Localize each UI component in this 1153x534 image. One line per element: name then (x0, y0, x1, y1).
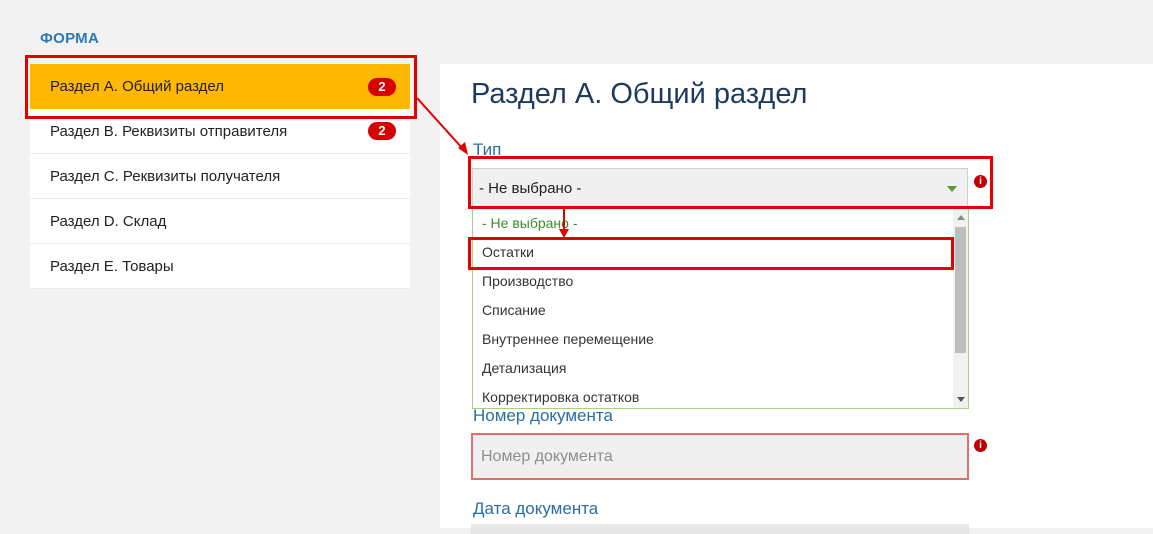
dropdown-option[interactable]: - Не выбрано - (473, 209, 968, 238)
type-select[interactable]: - Не выбрано - (472, 168, 968, 208)
section-title: Раздел A. Общий раздел (471, 78, 808, 110)
dropdown-option[interactable]: Внутреннее перемещение (473, 325, 968, 354)
sidebar-item-label: Раздел B. Реквизиты отправителя (50, 122, 288, 140)
dropdown-option-ostatki[interactable]: Остатки (473, 238, 968, 267)
info-icon: i (974, 439, 987, 452)
dropdown-scrollbar[interactable] (953, 209, 968, 408)
scrollbar-thumb[interactable] (955, 227, 966, 353)
doc-number-input[interactable] (471, 433, 969, 480)
doc-date-label: Дата документа (473, 499, 599, 518)
sidebar-item-section-b[interactable]: Раздел B. Реквизиты отправителя 2 (30, 109, 410, 154)
scroll-down-icon[interactable] (957, 397, 965, 402)
chevron-down-icon[interactable] (947, 186, 957, 192)
dropdown-option[interactable]: Списание (473, 296, 968, 325)
dropdown-option[interactable]: Детализация (473, 354, 968, 383)
type-dropdown-list[interactable]: - Не выбрано - Остатки Производство Спис… (472, 208, 969, 409)
type-select-value: - Не выбрано - (479, 179, 582, 197)
sidebar-item-section-c[interactable]: Раздел C. Реквизиты получателя (30, 154, 410, 199)
sidebar-item-section-d[interactable]: Раздел D. Склад (30, 199, 410, 244)
sidebar-item-label: Раздел C. Реквизиты получателя (50, 167, 281, 185)
info-icon: i (974, 175, 987, 188)
sidebar-item-section-e[interactable]: Раздел E. Товары (30, 244, 410, 289)
sidebar-item-section-a[interactable]: Раздел A. Общий раздел 2 (30, 64, 410, 109)
error-count-badge: 2 (368, 122, 396, 140)
sidebar-item-label: Раздел D. Склад (50, 212, 167, 230)
dropdown-option[interactable]: Производство (473, 267, 968, 296)
doc-number-label: Номер документа (473, 406, 613, 425)
doc-date-input[interactable] (471, 524, 969, 534)
scroll-up-icon[interactable] (957, 215, 965, 220)
sidebar-item-label: Раздел E. Товары (50, 257, 174, 275)
error-count-badge: 2 (368, 77, 396, 96)
sidebar-item-label: Раздел A. Общий раздел (50, 78, 225, 95)
sidebar: Раздел A. Общий раздел 2 Раздел B. Рекви… (30, 64, 410, 289)
form-title: ФОРМА (40, 30, 100, 47)
type-field-label: Тип (473, 140, 502, 159)
